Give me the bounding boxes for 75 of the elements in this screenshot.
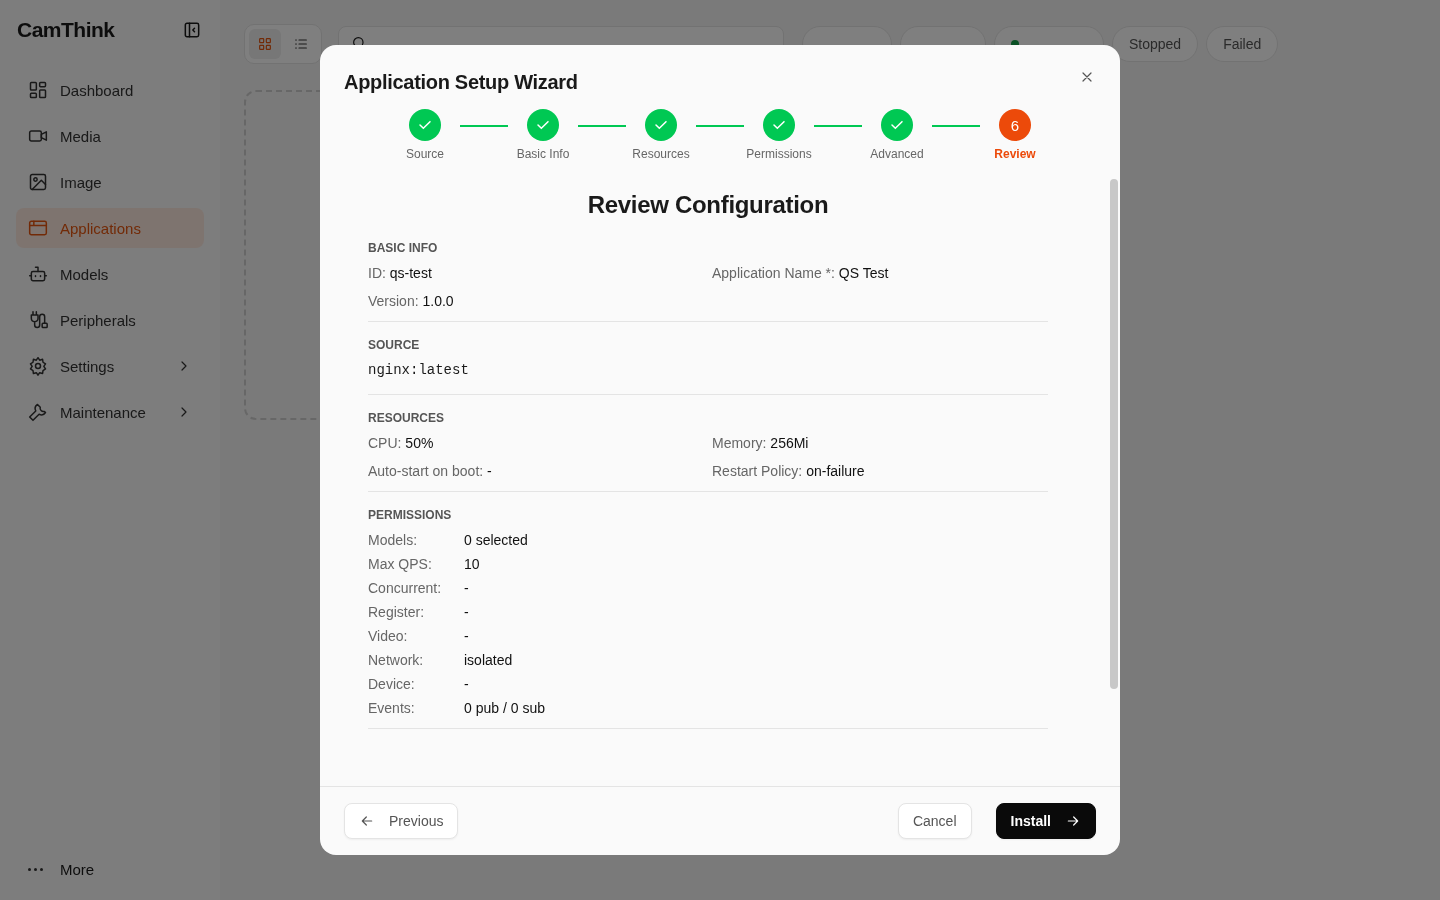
step-label: Review <box>994 147 1036 161</box>
install-button[interactable]: Install <box>995 803 1096 839</box>
field-label: Events: <box>368 700 416 716</box>
field-label: Concurrent: <box>368 580 443 596</box>
wrench-icon <box>28 402 48 422</box>
field-value: - <box>464 580 470 596</box>
field-value: - <box>487 463 492 479</box>
field-value: QS Test <box>838 265 889 281</box>
more-button[interactable]: More <box>16 861 204 878</box>
field-value: 256Mi <box>770 435 809 451</box>
source-image: nginx:latest <box>368 362 470 380</box>
field-label: Memory: <box>712 435 767 451</box>
step-label: Resources <box>632 147 690 161</box>
section-title: PERMISSIONS <box>368 508 453 522</box>
nav-item[interactable]: Models <box>16 254 204 294</box>
nav-item[interactable]: Dashboard <box>16 70 204 110</box>
field-value: - <box>464 676 470 692</box>
field-label: CPU: <box>368 435 402 451</box>
field-value: 10 <box>464 556 481 572</box>
dashboard-icon <box>28 80 48 100</box>
list-icon <box>293 36 309 52</box>
grid-view-button[interactable] <box>249 29 281 59</box>
field-value: 0 selected <box>464 532 529 548</box>
settings-icon <box>28 356 48 376</box>
nav-item[interactable]: Image <box>16 162 204 202</box>
grid-icon <box>257 36 273 52</box>
field-value: on-failure <box>806 463 865 479</box>
field-label: Register: <box>368 604 426 620</box>
step-label: Advanced <box>870 147 924 161</box>
step-label: Permissions <box>746 147 812 161</box>
nav-item[interactable]: Applications <box>16 208 204 248</box>
field-label: Network: <box>368 652 425 668</box>
plug-icon <box>28 310 48 330</box>
field-label: Max QPS: <box>368 556 433 572</box>
field-value: 50% <box>405 435 434 451</box>
field-value: - <box>464 628 470 644</box>
robot-icon <box>28 264 48 284</box>
collapse-sidebar-icon <box>182 20 202 40</box>
field-label: Version: <box>368 293 419 309</box>
filter-chip[interactable]: Failed <box>1206 26 1279 62</box>
nav-item[interactable]: Settings <box>16 346 204 386</box>
logo: CamThink <box>17 18 115 42</box>
nav-item[interactable]: Maintenance <box>16 392 204 432</box>
previous-button[interactable]: Previous <box>344 803 459 839</box>
browser-window-icon <box>28 218 48 238</box>
nav-item[interactable]: Media <box>16 116 204 156</box>
step-label: Source <box>406 147 444 161</box>
filter-chip[interactable]: Stopped <box>1112 26 1199 62</box>
field-label: Application Name *: <box>712 265 835 281</box>
field-label: Auto-start on boot: <box>368 463 484 479</box>
field-value: - <box>464 604 470 620</box>
cancel-button[interactable]: Cancel <box>897 803 972 839</box>
field-label: Device: <box>368 676 416 692</box>
search-icon <box>351 37 367 45</box>
arrow-right-icon <box>1065 813 1081 829</box>
arrow-left-icon <box>359 813 375 829</box>
step-indicator: 6 <box>999 109 1031 141</box>
ellipsis-icon <box>28 867 44 872</box>
field-label: Video: <box>368 628 409 644</box>
image-icon <box>28 172 48 192</box>
field-label: Models: <box>368 532 419 548</box>
field-value: qs-test <box>389 265 432 281</box>
section-heading: Review Configuration <box>586 191 830 219</box>
scrollbar-thumb[interactable] <box>1110 179 1118 689</box>
nav-item[interactable]: Peripherals <box>16 300 204 340</box>
step-label: Basic Info <box>516 147 570 161</box>
section-title: RESOURCES <box>368 411 445 425</box>
section-title: SOURCE <box>368 338 421 352</box>
dialog-title: Application Setup Wizard <box>344 71 578 94</box>
section-title: BASIC INFO <box>368 241 439 255</box>
field-value: 0 pub / 0 sub <box>464 700 546 716</box>
field-value: 1.0.0 <box>422 293 454 309</box>
field-label: Restart Policy: <box>712 463 803 479</box>
field-label: ID: <box>368 265 386 281</box>
field-value: isolated <box>464 652 514 668</box>
